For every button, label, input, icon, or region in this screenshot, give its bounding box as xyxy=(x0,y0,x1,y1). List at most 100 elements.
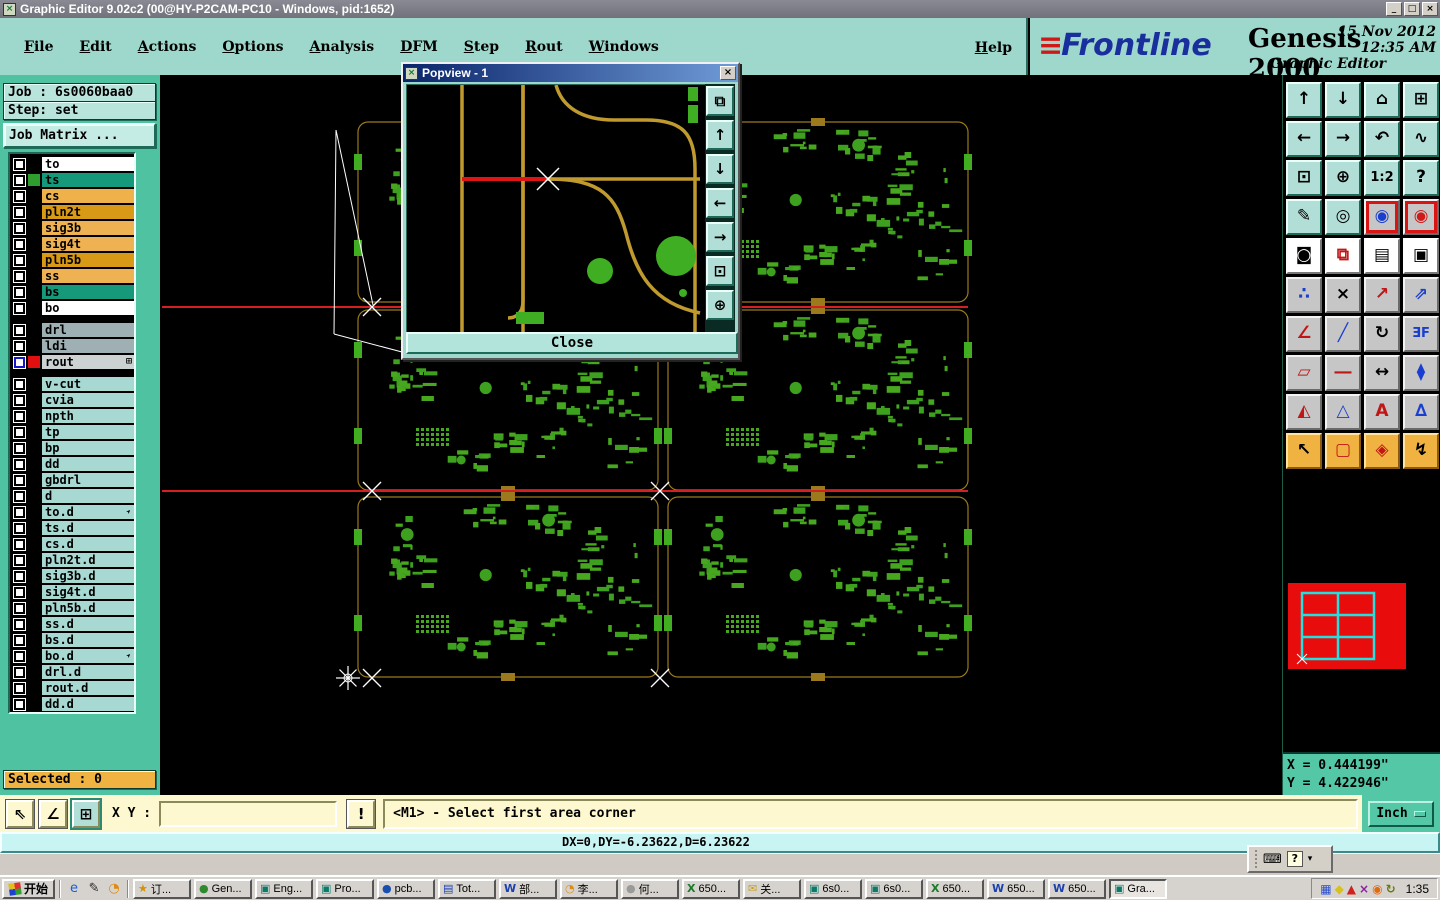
quicklaunch-draft-icon[interactable]: ✎ xyxy=(85,880,103,898)
netlist-view-a-button[interactable]: ◉ xyxy=(1364,199,1400,235)
pan-left-button[interactable]: ← xyxy=(1286,121,1322,157)
mirror-button[interactable]: ƎF xyxy=(1403,316,1439,352)
layer-row-v-cut[interactable]: v-cut xyxy=(13,376,134,392)
layer-row-rout.d[interactable]: rout.d xyxy=(13,680,134,696)
layer-checkbox-pln2t.d[interactable] xyxy=(13,553,26,567)
quicklaunch-ie-icon[interactable]: e xyxy=(65,880,83,898)
layer-checkbox-drl[interactable] xyxy=(13,323,26,337)
layer-label[interactable]: ts.d xyxy=(42,521,134,535)
move-pad-button[interactable]: ⇗ xyxy=(1403,277,1439,313)
layer-row-ts[interactable]: ts xyxy=(13,172,134,188)
layer-label[interactable]: drl.d xyxy=(42,665,134,679)
layer-checkbox-ts[interactable] xyxy=(13,173,26,187)
zoom-out-box-button[interactable]: ⊡ xyxy=(1286,160,1322,196)
select-net-button[interactable]: ↯ xyxy=(1403,433,1439,469)
tray-pen-icon[interactable]: ◉ xyxy=(1372,882,1382,896)
task-button-7[interactable]: ◔ 李... xyxy=(560,878,619,899)
contour-a-button[interactable]: A xyxy=(1364,394,1400,430)
route-path-button[interactable]: ∿ xyxy=(1403,121,1439,157)
layer-row-dd.d[interactable]: dd.d xyxy=(13,696,134,712)
layer-checkbox-npth[interactable] xyxy=(13,409,26,423)
layer-label[interactable]: cs xyxy=(42,189,134,203)
layer-label[interactable]: ts xyxy=(42,173,134,187)
layer-label[interactable]: pln2t.d xyxy=(42,553,134,567)
maximize-button[interactable]: □ xyxy=(1404,2,1420,16)
layer-checkbox-sig4t[interactable] xyxy=(13,237,26,251)
layer-row-bs[interactable]: bs xyxy=(13,284,134,300)
task-button-2[interactable]: ▣ Eng... xyxy=(255,878,314,899)
layer-label[interactable]: tp xyxy=(42,425,134,439)
layer-label[interactable]: dd.d xyxy=(42,697,134,711)
task-button-9[interactable]: X 650... xyxy=(682,878,741,899)
grid-toggle-button[interactable]: ⊞ xyxy=(70,797,102,830)
layer-row-cs.d[interactable]: cs.d xyxy=(13,536,134,552)
layer-checkbox-drl.d[interactable] xyxy=(13,665,26,679)
layer-label[interactable]: npth xyxy=(42,409,134,423)
layer-checkbox-to[interactable] xyxy=(13,157,26,171)
layer-row-sig3b[interactable]: sig3b xyxy=(13,220,134,236)
stretch-line-button[interactable]: ― xyxy=(1325,355,1361,391)
layer-row-d[interactable]: d xyxy=(13,488,134,504)
layer-checkbox-bp[interactable] xyxy=(13,441,26,455)
unselect-all-button[interactable]: × xyxy=(1325,277,1361,313)
menu-options[interactable]: Options xyxy=(222,39,283,55)
layer-row-pln2t.d[interactable]: pln2t.d xyxy=(13,552,134,568)
layer-checkbox-sig3b.d[interactable] xyxy=(13,569,26,583)
contour-fill-button[interactable]: ◭ xyxy=(1286,394,1322,430)
layer-checkbox-pln5b[interactable] xyxy=(13,253,26,267)
task-button-11[interactable]: ▣ 6s0... xyxy=(804,878,863,899)
menu-help[interactable]: Help xyxy=(975,40,1012,56)
overview-thumbnail[interactable] xyxy=(1288,583,1406,669)
task-button-13[interactable]: X 650... xyxy=(926,878,985,899)
layer-row-dd[interactable]: dd xyxy=(13,456,134,472)
layer-label[interactable]: pln5b.d xyxy=(42,601,134,615)
pan-down-button[interactable]: ↓ xyxy=(1325,82,1361,118)
measure-width-button[interactable]: ↔ xyxy=(1364,355,1400,391)
layer-row-sig4t.d[interactable]: sig4t.d xyxy=(13,584,134,600)
select-pad-button[interactable]: ▣ xyxy=(1403,238,1439,274)
layer-label[interactable]: bs xyxy=(42,285,134,299)
layer-row-sig3b.d[interactable]: sig3b.d xyxy=(13,568,134,584)
popview-canvas[interactable] xyxy=(406,84,710,335)
tray-xapp-icon[interactable]: × xyxy=(1359,882,1369,896)
layer-row-sig4t[interactable]: sig4t xyxy=(13,236,134,252)
layer-row-bo.d[interactable]: bo.d ➤ xyxy=(13,648,134,664)
layer-checkbox-cvia[interactable] xyxy=(13,393,26,407)
layer-label[interactable]: sig3b.d xyxy=(42,569,134,583)
popview-pan-left-button[interactable]: ← xyxy=(706,188,734,218)
close-button[interactable]: × xyxy=(1422,2,1438,16)
task-button-0[interactable]: ★ 订... xyxy=(133,878,192,899)
popview-pan-right-button[interactable]: → xyxy=(706,222,734,252)
task-button-3[interactable]: ▣ Pro... xyxy=(316,878,375,899)
grow-pad-button[interactable]: ↗ xyxy=(1364,277,1400,313)
menu-actions[interactable]: Actions xyxy=(138,39,197,55)
layer-row-pln2t[interactable]: pln2t xyxy=(13,204,134,220)
layer-row-bs.d[interactable]: bs.d xyxy=(13,632,134,648)
layer-label[interactable]: bo xyxy=(42,301,134,315)
layer-row-to.d[interactable]: to.d ➤ xyxy=(13,504,134,520)
layer-label[interactable]: sig3b xyxy=(42,221,134,235)
menu-windows[interactable]: Windows xyxy=(589,39,659,55)
keyboard-icon[interactable]: ⌨ xyxy=(1263,852,1282,867)
copy-object-button[interactable]: ⧉ xyxy=(1325,238,1361,274)
layer-checkbox-dd.d[interactable] xyxy=(13,697,26,711)
layer-checkbox-cs.d[interactable] xyxy=(13,537,26,551)
layer-row-drl.d[interactable]: drl.d xyxy=(13,664,134,680)
layer-checkbox-ss[interactable] xyxy=(13,269,26,283)
layer-checkbox-bo[interactable] xyxy=(13,301,26,315)
measure-angle-button[interactable]: ∠ xyxy=(1286,316,1322,352)
chain-select-button[interactable]: ∴ xyxy=(1286,277,1322,313)
layer-row-tp[interactable]: tp xyxy=(13,424,134,440)
layer-row-npth[interactable]: npth xyxy=(13,408,134,424)
layer-row-ss.d[interactable]: ss.d xyxy=(13,616,134,632)
layer-row-ss[interactable]: ss xyxy=(13,268,134,284)
home-view-button[interactable]: ⌂ xyxy=(1364,82,1400,118)
popview-close-x[interactable]: × xyxy=(720,66,736,80)
layer-label[interactable]: ss.d xyxy=(42,617,134,631)
layer-checkbox-dd[interactable] xyxy=(13,457,26,471)
task-button-15[interactable]: W 650... xyxy=(1048,878,1107,899)
layer-row-ts.d[interactable]: ts.d xyxy=(13,520,134,536)
layer-checkbox-pln5b.d[interactable] xyxy=(13,601,26,615)
xy-input[interactable] xyxy=(159,800,338,827)
tray-network-icon[interactable]: ▦ xyxy=(1320,882,1331,896)
